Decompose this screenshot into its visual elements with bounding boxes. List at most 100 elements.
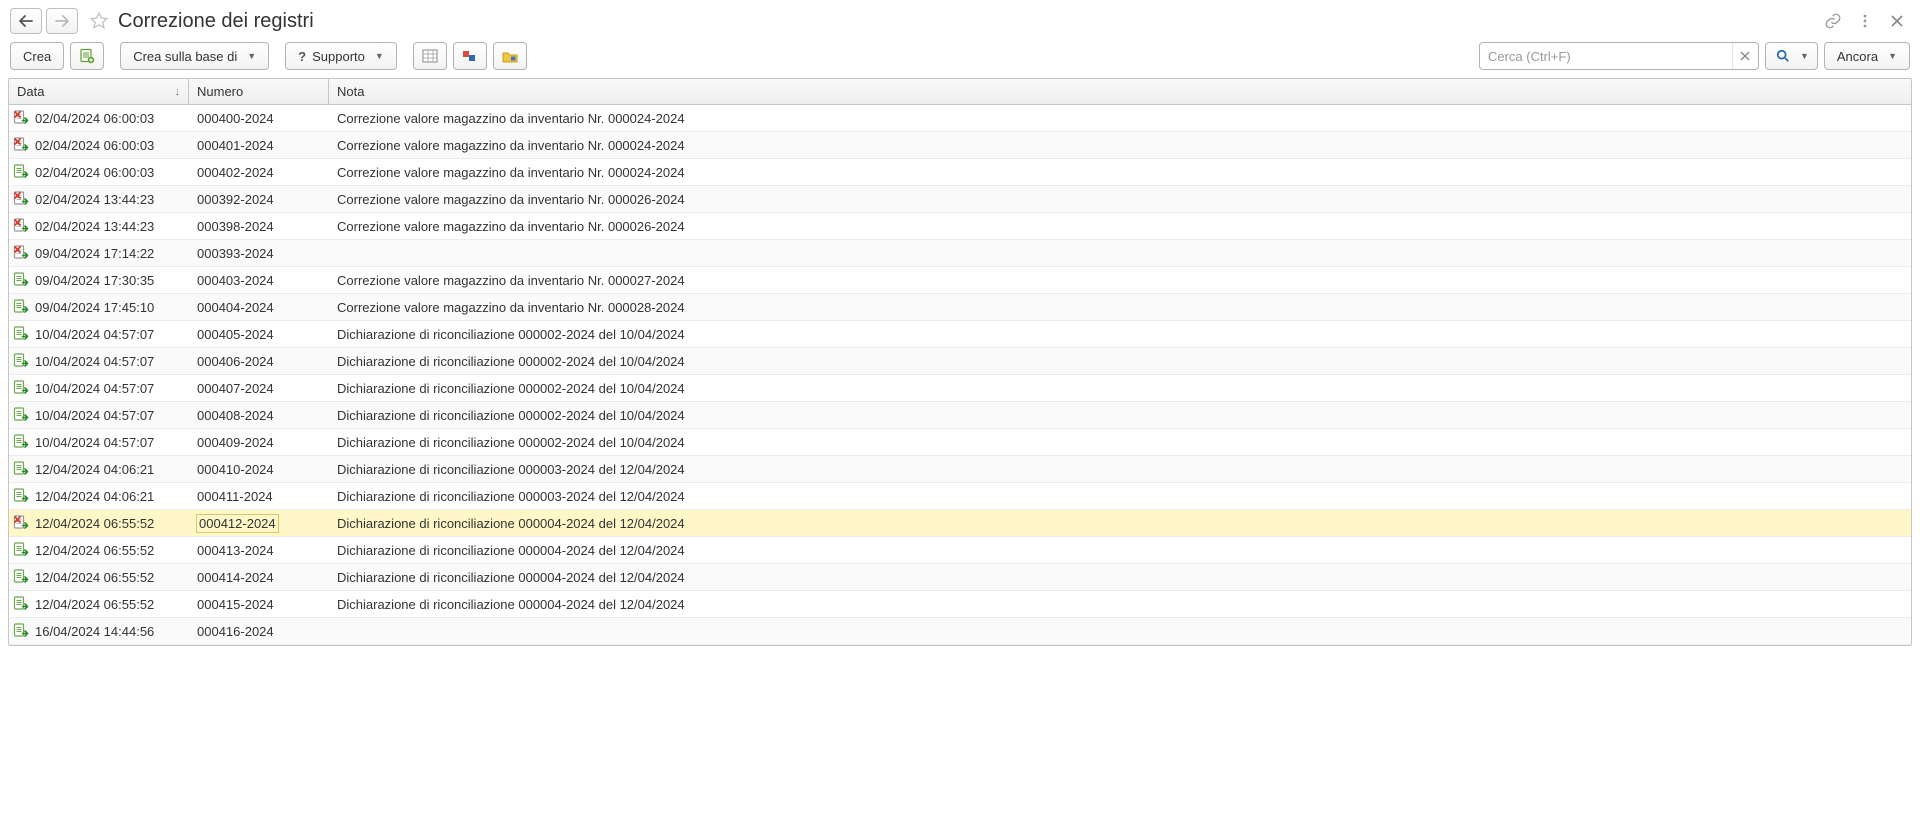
doc-posted-icon xyxy=(13,542,29,558)
table-row[interactable]: 09/04/2024 17:14:22 000393-2024 xyxy=(9,240,1911,267)
cell-number-text: 000393-2024 xyxy=(197,246,274,261)
cell-date: 10/04/2024 04:57:07 xyxy=(9,321,189,347)
cell-note: Dichiarazione di riconciliazione 000002-… xyxy=(329,429,1911,455)
cell-number: 000405-2024 xyxy=(189,321,329,347)
sheet-add-icon xyxy=(79,48,95,64)
doc-posted-icon xyxy=(13,353,29,369)
search-field-wrap xyxy=(1479,42,1759,70)
doc-posted-icon xyxy=(13,488,29,504)
table-row[interactable]: 10/04/2024 04:57:07000408-2024 Dichiarazi… xyxy=(9,402,1911,429)
table-row[interactable]: 10/04/2024 04:57:07000407-2024Dichiarazi… xyxy=(9,375,1911,402)
cell-date-text: 12/04/2024 06:55:52 xyxy=(35,543,154,558)
cell-note-text: Dichiarazione di riconciliazione 000002-… xyxy=(337,435,685,450)
cell-note-text: Dichiarazione di riconciliazione 000003-… xyxy=(337,462,685,477)
cell-note: Dichiarazione di riconciliazione 000004-… xyxy=(329,537,1911,563)
column-header-date[interactable]: Data ↓ xyxy=(9,79,189,104)
more-actions-label: Ancora xyxy=(1837,49,1878,64)
cell-number-text: 000414-2024 xyxy=(197,570,274,585)
column-header-note[interactable]: Nota xyxy=(329,79,1911,104)
table-row[interactable]: 12/04/2024 06:55:52000414-2024Dichiarazi… xyxy=(9,564,1911,591)
table-row[interactable]: 12/04/2024 06:55:52 000413-2024Dichiarazi… xyxy=(9,537,1911,564)
cell-date-text: 12/04/2024 04:06:21 xyxy=(35,462,154,477)
table-row[interactable]: 02/04/2024 06:00:03000402-2024Correzione… xyxy=(9,159,1911,186)
cell-note xyxy=(329,240,1911,266)
cell-date-text: 09/04/2024 17:30:35 xyxy=(35,273,154,288)
doc-deleted-icon xyxy=(13,218,29,234)
support-button[interactable]: ? Supporto ▼ xyxy=(285,42,397,70)
arrow-right-icon xyxy=(55,15,69,27)
search-submit-button[interactable]: ▼ xyxy=(1765,42,1818,70)
cell-note: Dichiarazione di riconciliazione 000004-… xyxy=(329,591,1911,617)
table-row[interactable]: 12/04/2024 06:55:52000415-2024Dichiarazi… xyxy=(9,591,1911,618)
table-row[interactable]: 12/04/2024 04:06:21000410-2024Dichiarazi… xyxy=(9,456,1911,483)
table-row[interactable]: 02/04/2024 13:44:23000398-2024Correzione… xyxy=(9,213,1911,240)
cell-note-text: Dichiarazione di riconciliazione 000004-… xyxy=(337,516,685,531)
cell-date: 02/04/2024 06:00:03 xyxy=(9,159,189,185)
table-row[interactable]: 02/04/2024 13:44:23000392-2024Correzione… xyxy=(9,186,1911,213)
cell-note: Correzione valore magazzino da inventari… xyxy=(329,186,1911,212)
column-header-number[interactable]: Numero xyxy=(189,79,329,104)
cell-date-text: 10/04/2024 04:57:07 xyxy=(35,435,154,450)
cell-number: 000413-2024 xyxy=(189,537,329,563)
cell-note: Correzione valore magazzino da inventari… xyxy=(329,159,1911,185)
table-header: Data ↓ Numero Nota xyxy=(9,79,1911,105)
cell-note: Correzione valore magazzino da inventari… xyxy=(329,132,1911,158)
doc-posted-icon xyxy=(13,596,29,612)
cell-note-text: Dichiarazione di riconciliazione 000002-… xyxy=(337,408,685,423)
table-row[interactable]: 12/04/2024 06:55:52000412-2024Dichiarazi… xyxy=(9,510,1911,537)
view-mode-button[interactable] xyxy=(413,42,447,70)
cell-date: 10/04/2024 04:57:07 xyxy=(9,429,189,455)
cell-number: 000408-2024 xyxy=(189,402,329,428)
attachments-button[interactable] xyxy=(493,42,527,70)
movements-button[interactable] xyxy=(453,42,487,70)
search-input[interactable] xyxy=(1480,49,1732,64)
cell-number-text: 000401-2024 xyxy=(197,138,274,153)
cell-number: 000401-2024 xyxy=(189,132,329,158)
cell-date: 10/04/2024 04:57:07 xyxy=(9,402,189,428)
table-row[interactable]: 10/04/2024 04:57:07000405-2024Dichiarazi… xyxy=(9,321,1911,348)
cell-number-text: 000415-2024 xyxy=(197,597,274,612)
x-icon xyxy=(1740,51,1750,61)
doc-posted-icon xyxy=(13,569,29,585)
cell-note: Dichiarazione di riconciliazione 000002-… xyxy=(329,402,1911,428)
arrow-left-icon xyxy=(19,15,33,27)
cell-date: 09/04/2024 17:30:35 xyxy=(9,267,189,293)
search-clear-button[interactable] xyxy=(1732,43,1758,69)
create-button[interactable]: Crea xyxy=(10,42,64,70)
create-based-on-button[interactable]: Crea sulla base di ▼ xyxy=(120,42,269,70)
more-actions-button[interactable]: Ancora ▼ xyxy=(1824,42,1910,70)
cell-date-text: 12/04/2024 06:55:52 xyxy=(35,570,154,585)
table-row[interactable]: 10/04/2024 04:57:07000406-2024Dichiarazi… xyxy=(9,348,1911,375)
cell-note xyxy=(329,618,1911,644)
table-row[interactable]: 02/04/2024 06:00:03000401-2024Correzione… xyxy=(9,132,1911,159)
table-row[interactable]: 09/04/2024 17:45:10000404-2024Correzione… xyxy=(9,294,1911,321)
cell-number: 000415-2024 xyxy=(189,591,329,617)
doc-posted-icon xyxy=(13,407,29,423)
table-row[interactable]: 12/04/2024 04:06:21000411-2024Dichiarazi… xyxy=(9,483,1911,510)
cell-number-text: 000411-2024 xyxy=(197,489,273,504)
link-icon[interactable] xyxy=(1824,12,1842,30)
cell-date-text: 02/04/2024 13:44:23 xyxy=(35,192,154,207)
nav-back-button[interactable] xyxy=(10,8,42,34)
table-row[interactable]: 02/04/2024 06:00:03000400-2024Correzione… xyxy=(9,105,1911,132)
nav-forward-button[interactable] xyxy=(46,8,78,34)
more-menu-icon[interactable] xyxy=(1856,12,1874,30)
table-row[interactable]: 10/04/2024 04:57:07 000409-2024 Dichiarazi… xyxy=(9,429,1911,456)
records-table: Data ↓ Numero Nota 02/04/2024 06:00:0300… xyxy=(8,78,1912,646)
doc-posted-icon xyxy=(13,326,29,342)
cell-date: 12/04/2024 04:06:21 xyxy=(9,483,189,509)
kebab-icon xyxy=(1857,13,1873,29)
table-row[interactable]: 09/04/2024 17:30:35000403-2024Correzione… xyxy=(9,267,1911,294)
cell-date-text: 16/04/2024 14:44:56 xyxy=(35,624,154,639)
cell-date: 16/04/2024 14:44:56 xyxy=(9,618,189,644)
cell-date-text: 09/04/2024 17:14:22 xyxy=(35,246,154,261)
cell-number-text: 000412-2024 xyxy=(197,515,278,532)
cell-date-text: 09/04/2024 17:45:10 xyxy=(35,300,154,315)
create-from-file-button[interactable] xyxy=(70,42,104,70)
close-button[interactable] xyxy=(1888,12,1906,30)
table-row[interactable]: 16/04/2024 14:44:56000416-2024 xyxy=(9,618,1911,645)
cell-number: 000400-2024 xyxy=(189,105,329,131)
page-title: Correzione dei registri xyxy=(118,10,314,33)
cell-number: 000409-2024 xyxy=(189,429,329,455)
favorite-toggle[interactable] xyxy=(88,10,110,32)
